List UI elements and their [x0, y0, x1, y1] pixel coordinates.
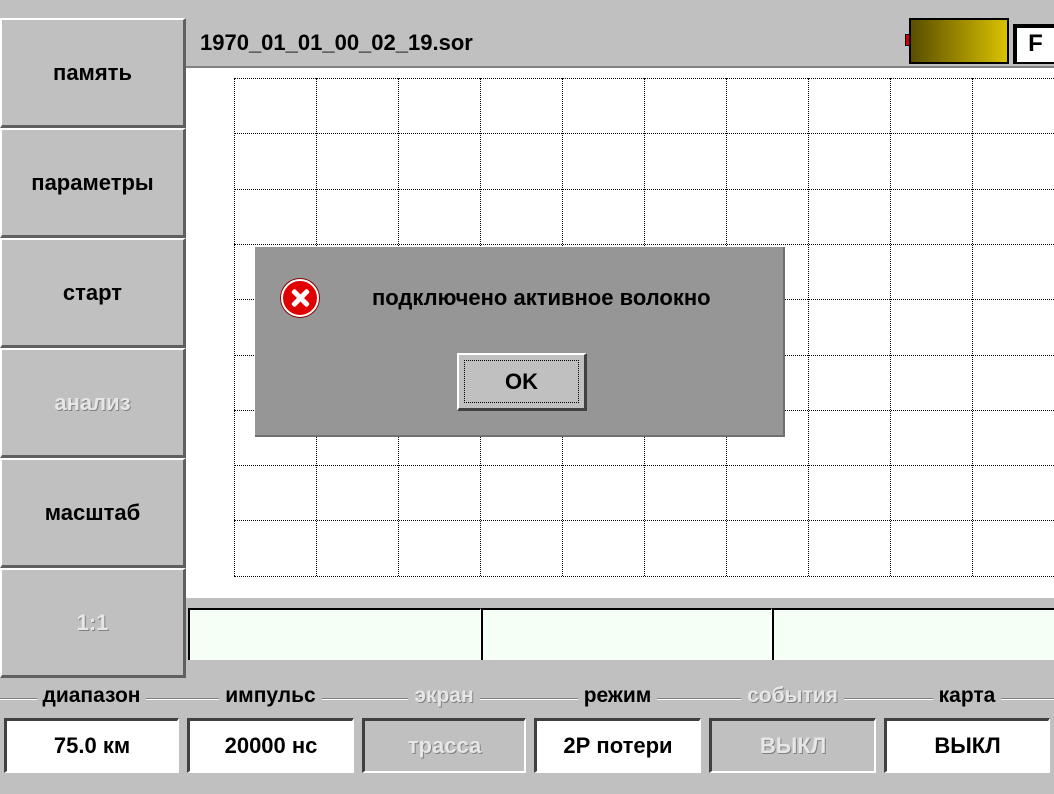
grid-line-horizontal	[234, 243, 1054, 245]
menu-memory-button[interactable]: память	[0, 18, 186, 128]
pulse-value-button[interactable]: 20000 нс	[187, 718, 354, 773]
battery-icon	[909, 18, 1009, 64]
setting-mode-label: режим	[530, 684, 705, 708]
status-strip	[188, 660, 1054, 678]
map-value-button[interactable]: ВЫКЛ	[884, 718, 1050, 773]
grid-line-vertical	[972, 78, 973, 576]
menu-scale-button[interactable]: масштаб	[0, 458, 186, 568]
grid-line-horizontal	[234, 520, 1054, 522]
range-value-button[interactable]: 75.0 км	[4, 718, 179, 773]
menu-start-button[interactable]: старт	[0, 238, 186, 348]
info-field-1	[188, 608, 481, 661]
focus-rect	[464, 360, 579, 403]
grid-line-vertical	[808, 78, 809, 576]
setting-pulse: импульс 20000 нс	[183, 678, 358, 794]
grid-line-horizontal	[234, 465, 1054, 467]
menu-analysis-button[interactable]: анализ	[0, 348, 186, 458]
grid-line-horizontal	[234, 575, 1054, 577]
setting-range-label: диапазон	[0, 684, 183, 708]
grid-line-horizontal	[234, 188, 1054, 190]
error-icon	[281, 279, 319, 317]
info-field-3	[772, 608, 1054, 661]
ok-button[interactable]: OK	[457, 353, 587, 411]
setting-events-label: события	[705, 684, 880, 708]
info-field-2	[481, 608, 772, 661]
setting-range: диапазон 75.0 км	[0, 678, 183, 794]
setting-screen: экран трасса	[358, 678, 530, 794]
mode-value-button[interactable]: 2Р потери	[534, 718, 701, 773]
screen-value-button[interactable]: трасса	[362, 718, 526, 773]
setting-map-label: карта	[880, 684, 1054, 708]
setting-events: события ВЫКЛ	[705, 678, 880, 794]
error-message: подключено активное волокно	[372, 285, 711, 310]
grid-line-horizontal	[234, 78, 1054, 79]
grid-line-horizontal	[234, 133, 1054, 135]
file-name: 1970_01_01_00_02_19.sor	[200, 30, 473, 55]
setting-mode: режим 2Р потери	[530, 678, 705, 794]
grid-line-vertical	[234, 78, 235, 576]
events-value-button[interactable]: ВЫКЛ	[709, 718, 876, 773]
setting-map: карта ВЫКЛ	[880, 678, 1054, 794]
mode-indicator: F	[1013, 24, 1054, 64]
setting-pulse-label: импульс	[183, 684, 358, 708]
setting-screen-label: экран	[358, 684, 530, 708]
menu-zoom-reset-button[interactable]: 1:1	[0, 568, 186, 678]
menu-parameters-button[interactable]: параметры	[0, 128, 186, 238]
grid-line-vertical	[890, 78, 891, 576]
